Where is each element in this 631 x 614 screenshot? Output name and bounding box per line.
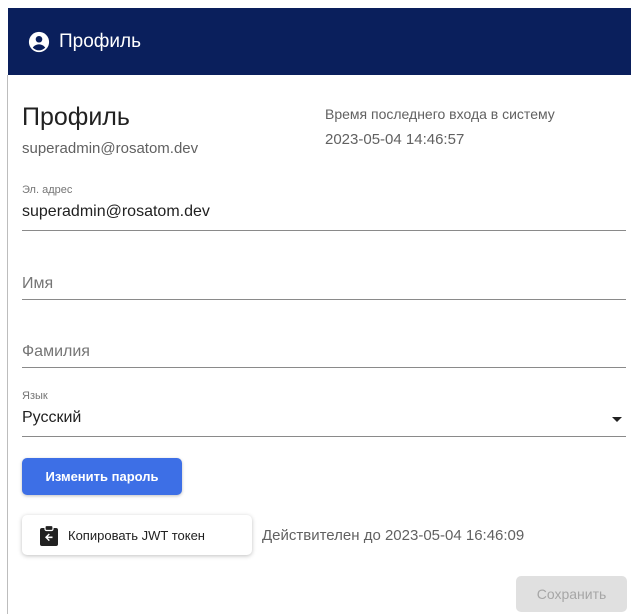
email-field-label: Эл. адрес — [22, 184, 73, 196]
language-select-value[interactable]: Русский — [22, 409, 626, 431]
last-login-value: 2023-05-04 14:46:57 — [325, 131, 465, 148]
profile-page: Профиль Профиль superadmin@rosatom.dev В… — [0, 0, 631, 614]
copy-jwt-label: Копировать JWT токен — [68, 527, 205, 543]
page-title: Профиль — [22, 103, 130, 131]
app-bar: Профиль — [8, 8, 631, 75]
last-name-placeholder: Фамилия — [22, 343, 90, 360]
last-login-label: Время последнего входа в систему — [325, 106, 555, 122]
clipboard-icon — [39, 524, 59, 546]
chevron-down-icon[interactable] — [612, 417, 622, 422]
language-select-underline — [22, 436, 626, 437]
left-border — [7, 75, 8, 614]
last-name-field[interactable]: Фамилия — [22, 343, 626, 368]
account-circle-icon — [27, 30, 51, 54]
first-name-field[interactable]: Имя — [22, 275, 626, 300]
first-name-underline — [22, 299, 626, 300]
profile-email: superadmin@rosatom.dev — [22, 140, 199, 157]
language-select-label: Язык — [22, 390, 48, 402]
email-field-value[interactable]: superadmin@rosatom.dev — [22, 203, 626, 225]
email-field-underline — [22, 230, 626, 231]
save-button[interactable]: Сохранить — [516, 576, 627, 612]
email-field[interactable]: Эл. адрес superadmin@rosatom.dev — [22, 184, 626, 231]
jwt-valid-until: Действителен до 2023-05-04 16:46:09 — [262, 527, 525, 544]
language-select[interactable]: Язык Русский — [22, 390, 626, 437]
last-name-underline — [22, 367, 626, 368]
copy-jwt-button[interactable]: Копировать JWT токен — [22, 515, 252, 555]
change-password-button[interactable]: Изменить пароль — [22, 458, 182, 495]
first-name-placeholder: Имя — [22, 275, 54, 292]
app-bar-title: Профиль — [59, 30, 142, 52]
